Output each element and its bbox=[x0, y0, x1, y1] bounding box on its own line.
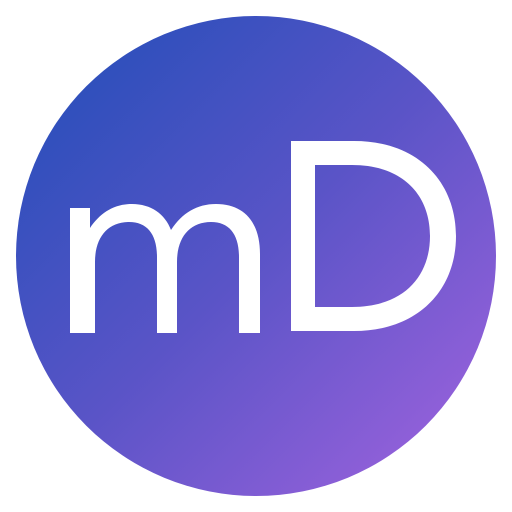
logo-circle bbox=[16, 16, 496, 496]
logo-mark bbox=[70, 141, 456, 333]
app-icon-canvas bbox=[0, 0, 512, 512]
logo-letter-d bbox=[291, 141, 456, 331]
logo-letter-m bbox=[70, 204, 260, 333]
